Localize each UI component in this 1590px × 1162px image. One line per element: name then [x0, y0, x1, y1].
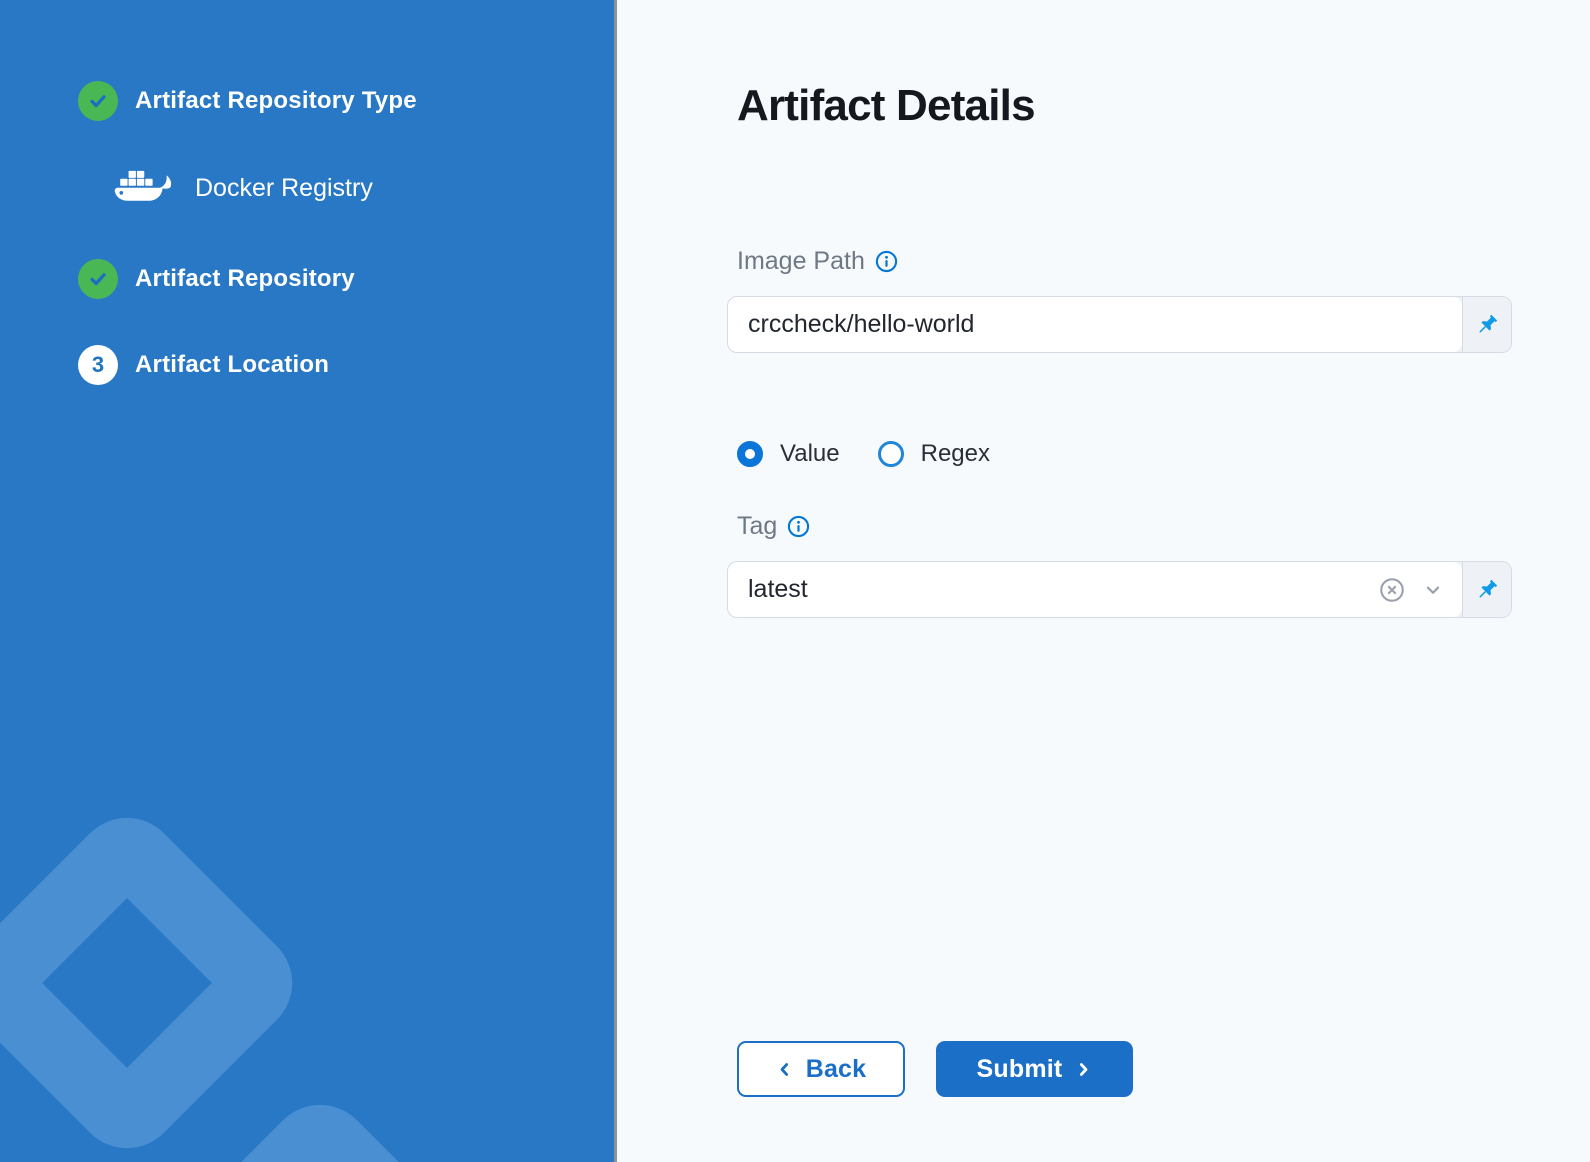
sidebar-step-artifact-repository[interactable]: Artifact Repository [78, 259, 355, 299]
back-button-label: Back [806, 1055, 867, 1084]
radio-selected-icon[interactable] [737, 441, 763, 467]
docker-whale-icon [111, 163, 175, 213]
image-path-field [727, 296, 1512, 353]
sidebar-step-artifact-location[interactable]: 3 Artifact Location [78, 345, 329, 385]
pin-button[interactable] [1462, 562, 1511, 617]
check-icon [87, 268, 109, 290]
pushpin-icon [1474, 312, 1500, 338]
dropdown-toggle[interactable] [1422, 579, 1444, 601]
step-label: Artifact Location [135, 351, 329, 379]
substep-label: Docker Registry [195, 174, 373, 203]
tag-field [727, 561, 1512, 618]
check-icon [87, 90, 109, 112]
image-path-label: Image Path [737, 249, 865, 274]
radio-unselected-icon[interactable] [878, 441, 904, 467]
wizard-footer-buttons: Back Submit [737, 1041, 1133, 1097]
clear-circle-icon [1378, 576, 1406, 604]
submit-button[interactable]: Submit [936, 1041, 1133, 1097]
radio-label: Regex [921, 442, 990, 466]
image-path-input[interactable] [728, 310, 1462, 339]
step-number-badge: 3 [78, 345, 118, 385]
tag-label: Tag [737, 514, 777, 539]
pin-button[interactable] [1462, 297, 1511, 352]
chevron-left-icon [776, 1061, 793, 1078]
sidebar-step-artifact-repository-type[interactable]: Artifact Repository Type [78, 81, 417, 121]
page-title: Artifact Details [737, 84, 1035, 128]
info-icon[interactable] [787, 515, 810, 538]
pushpin-icon [1474, 577, 1500, 603]
wizard-sidebar: Artifact Repository Type Docker Registry… [0, 0, 614, 1162]
step-label: Artifact Repository [135, 265, 355, 293]
chevron-down-icon [1422, 579, 1444, 601]
back-button[interactable]: Back [737, 1041, 905, 1097]
submit-button-label: Submit [977, 1055, 1063, 1084]
tag-input[interactable] [728, 575, 1378, 604]
image-path-label-row: Image Path [737, 249, 898, 274]
chevron-right-icon [1075, 1061, 1092, 1078]
image-path-input-wrap [728, 297, 1462, 352]
step-complete-badge [78, 259, 118, 299]
radio-label: Value [780, 442, 840, 466]
tag-input-wrap [728, 562, 1462, 617]
info-icon[interactable] [875, 250, 898, 273]
radio-option-regex[interactable]: Regex [878, 441, 990, 467]
step-label: Artifact Repository Type [135, 87, 417, 115]
sidebar-substep-docker-registry[interactable]: Docker Registry [111, 163, 373, 213]
tag-label-row: Tag [737, 514, 810, 539]
harness-logo-watermark [0, 796, 314, 1162]
artifact-details-panel: Artifact Details Image Path Value [617, 0, 1590, 1162]
match-type-radio-group: Value Regex [737, 441, 990, 467]
radio-option-value[interactable]: Value [737, 441, 840, 467]
step-complete-badge [78, 81, 118, 121]
clear-button[interactable] [1378, 576, 1406, 604]
